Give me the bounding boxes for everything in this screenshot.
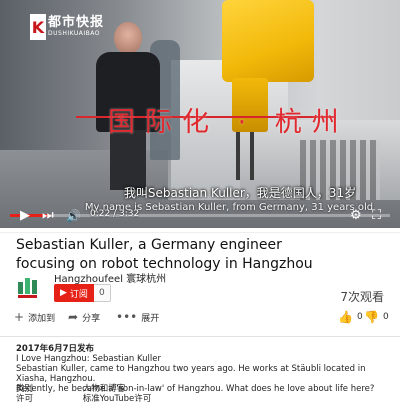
video-player[interactable]: K 都市快报 DUSHIKUAIBAO 国际化 · 杭州 我叫Sebastian… (0, 0, 400, 228)
like-button[interactable]: 👍 0 (338, 310, 363, 324)
time-display: 0:22 / 3:32 (90, 209, 140, 219)
next-icon[interactable]: ⏭ (42, 208, 54, 224)
play-icon[interactable]: ▶ (20, 208, 30, 224)
logo-en-text: DUSHIKUAIBAO (48, 30, 100, 37)
view-count: 7次观看 (340, 290, 384, 304)
channel-avatar[interactable] (16, 274, 44, 300)
settings-icon[interactable]: ⚙ (350, 208, 362, 224)
thumbs-up-icon: 👍 (338, 310, 353, 324)
logo-mark: K (30, 14, 46, 40)
player-controls: ▶ ⏭ 🔊 0:22 / 3:32 ⚙ ⛶ (0, 202, 400, 228)
share-label: 分享 (82, 313, 101, 324)
license-key: 许可 (16, 394, 34, 404)
subscribe-label: 订阅 (69, 289, 88, 300)
more-label: 展开 (141, 313, 160, 324)
dislike-count: 0 (382, 312, 389, 322)
license-value: 标准YouTube许可 (82, 394, 152, 404)
description-line-1: I Love Hangzhou: Sebastian Kuller (16, 354, 161, 364)
overlay-title-text: 国际化 · 杭州 (108, 107, 349, 138)
fullscreen-icon[interactable]: ⛶ (372, 208, 381, 224)
dislike-button[interactable]: 👎 0 (364, 310, 389, 324)
like-count: 0 (356, 312, 363, 322)
video-metadata: 类别 人物和博客 许可 标准YouTube许可 (16, 384, 151, 404)
add-to-button[interactable]: + 添加到 (14, 310, 55, 324)
video-overlay-title: 国际化 · 杭州 (0, 100, 400, 138)
logo-cn-text: 都市快报 (48, 15, 105, 30)
channel-watermark-logo: K 都市快报 DUSHIKUAIBAO (30, 14, 104, 40)
category-value[interactable]: 人物和博客 (83, 384, 126, 394)
thumbs-down-icon: 👎 (364, 310, 379, 324)
description-line-2: Sebastian Kuller, came to Hangzhou two y… (16, 364, 366, 384)
action-bar: + 添加到 ➦ 分享 ••• 展开 👍 0 👎 0 (14, 310, 389, 328)
share-button[interactable]: ➦ 分享 (68, 310, 100, 324)
subscribe-icon: ▶ (60, 288, 67, 298)
video-title: Sebastian Kuller, a Germany engineer foc… (16, 237, 313, 272)
publish-date: 2017年6月7日发布 (16, 344, 94, 354)
plus-icon: + (14, 310, 25, 324)
category-key: 类别 (16, 384, 34, 394)
share-icon: ➦ (68, 310, 79, 324)
volume-icon[interactable]: 🔊 (66, 208, 81, 224)
channel-name[interactable]: Hangzhoufeel 寰球杭州 (54, 270, 166, 285)
robot-arm-image (222, 0, 314, 82)
more-icon: ••• (116, 310, 138, 324)
more-button[interactable]: ••• 展开 (116, 310, 159, 324)
subscribe-button[interactable]: ▶ 订阅 0 (54, 284, 111, 302)
subtitle-chinese: 我叫Sebastian Kuller，我是德国人，31岁 (123, 186, 357, 200)
subscriber-count: 0 (93, 284, 111, 302)
add-to-label: 添加到 (28, 313, 56, 324)
